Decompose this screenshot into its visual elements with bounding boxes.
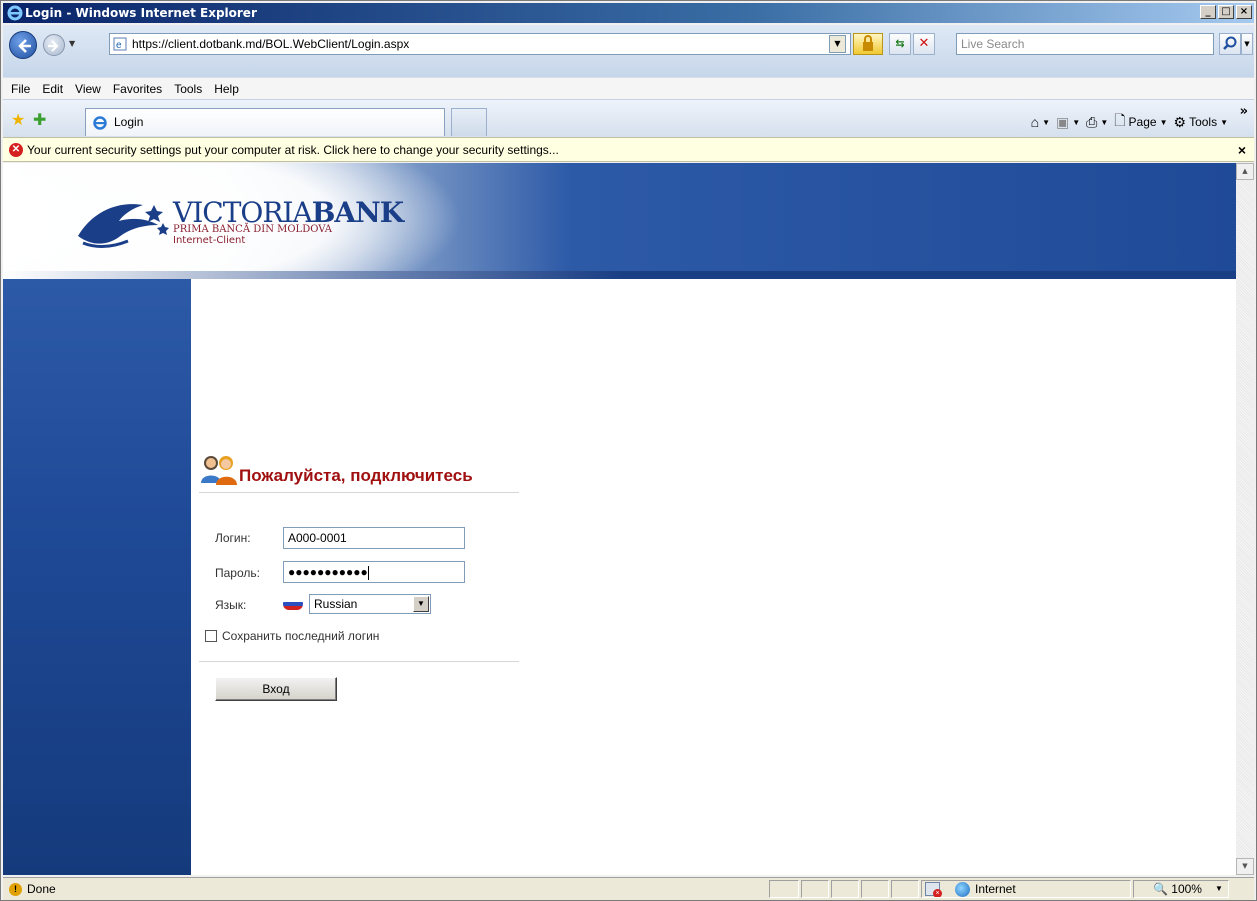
security-warning-icon: ✕ <box>9 143 23 157</box>
menu-tools[interactable]: Tools <box>170 82 210 96</box>
tab-bar: ★ ✚ Login ⌂ ▼ ▣ ▼ ⎙ ▼ 🗋 Page ▼ ⚙ Tools ▼ » <box>3 99 1254 137</box>
form-divider <box>199 661 519 662</box>
login-form: Пожалуйста, подключитесь Логин: A000-000… <box>199 453 519 701</box>
forward-button[interactable] <box>43 34 65 56</box>
back-arrow-icon <box>18 39 31 53</box>
stop-icon: ✕ <box>918 36 930 51</box>
page-viewport: VICTORIABANK PRIMA BANCĂ DIN MOLDOVA Int… <box>3 163 1236 875</box>
favorites-star-icon[interactable]: ★ <box>11 110 25 129</box>
gear-icon: ⚙ <box>1173 113 1187 130</box>
ie-tab-icon <box>93 116 107 130</box>
remember-login-label: Сохранить последний логин <box>222 629 380 643</box>
stop-button[interactable]: ✕ <box>913 33 935 55</box>
login-field[interactable]: A000-0001 <box>283 527 465 549</box>
zoom-level[interactable]: 🔍 100% <box>1153 882 1202 896</box>
language-select[interactable]: Russian ▼ <box>309 594 431 614</box>
menu-favorites[interactable]: Favorites <box>109 82 170 96</box>
zoom-dropdown-icon[interactable]: ▼ <box>1215 884 1223 893</box>
maximize-button[interactable]: □ <box>1218 5 1234 19</box>
language-value: Russian <box>314 597 358 611</box>
password-field[interactable]: ●●●●●●●●●●● <box>283 561 465 583</box>
close-window-button[interactable]: × <box>1236 5 1252 19</box>
page-icon: e <box>113 37 127 51</box>
security-zone-label[interactable]: Internet <box>975 882 1016 896</box>
rss-icon: ▣ <box>1056 113 1070 130</box>
status-warning-icon: ! <box>9 883 22 896</box>
printer-icon: ⎙ <box>1086 113 1098 130</box>
home-button[interactable]: ⌂ ▼ <box>1031 114 1050 130</box>
menu-view[interactable]: View <box>71 82 109 96</box>
page-menu-button[interactable]: 🗋 Page ▼ <box>1114 110 1167 134</box>
login-heading: Пожалуйста, подключитесь <box>239 466 473 485</box>
login-label: Логин: <box>215 531 251 545</box>
menu-edit[interactable]: Edit <box>38 82 71 96</box>
address-url: https://client.dotbank.md/BOL.WebClient/… <box>132 37 410 51</box>
tab-login[interactable]: Login <box>85 108 445 136</box>
left-sidebar <box>3 279 191 875</box>
window-controls: _ □ × <box>1200 5 1252 19</box>
more-commands-icon[interactable]: » <box>1240 104 1248 119</box>
ie-logo-icon <box>7 5 23 21</box>
search-button[interactable] <box>1219 33 1241 55</box>
title-bar: Login - Windows Internet Explorer _ □ × <box>3 3 1254 23</box>
ie-window: Login - Windows Internet Explorer _ □ × … <box>0 0 1257 901</box>
bank-logo-icon <box>78 204 169 249</box>
infobar-close-button[interactable]: × <box>1238 138 1246 162</box>
menu-help[interactable]: Help <box>210 82 247 96</box>
search-options-button[interactable]: ▼ <box>1241 33 1253 55</box>
history-dropdown-icon[interactable]: ▼ <box>69 39 75 48</box>
refresh-icon: ⇆ <box>895 37 905 50</box>
remember-login-row: Сохранить последний логин <box>205 629 379 643</box>
login-header: Пожалуйста, подключитесь <box>199 453 519 493</box>
new-tab-button[interactable] <box>451 108 487 136</box>
address-row: ▼ e https://client.dotbank.md/BOL.WebCli… <box>3 25 1254 77</box>
lock-icon <box>863 35 873 51</box>
chevron-down-icon[interactable]: ▼ <box>413 596 429 612</box>
logo-product: Internet-Client <box>173 235 246 246</box>
forward-arrow-icon <box>48 40 59 52</box>
search-placeholder: Live Search <box>961 37 1025 51</box>
add-favorite-icon[interactable]: ✚ <box>33 110 46 129</box>
back-button[interactable] <box>9 31 37 59</box>
refresh-button[interactable]: ⇆ <box>889 33 911 55</box>
menu-file[interactable]: File <box>7 82 38 96</box>
remember-login-checkbox[interactable] <box>205 630 217 642</box>
login-value: A000-0001 <box>288 531 347 545</box>
security-lock-button[interactable] <box>853 33 883 55</box>
internet-zone-icon <box>955 882 970 897</box>
login-button[interactable]: Вход <box>215 677 337 701</box>
address-input[interactable]: e https://client.dotbank.md/BOL.WebClien… <box>109 33 851 55</box>
page-menu-label: Page <box>1128 115 1157 129</box>
scroll-up-button[interactable]: ▲ <box>1236 163 1254 180</box>
svg-text:e: e <box>116 40 122 51</box>
search-icon <box>1223 36 1237 50</box>
tools-menu-button[interactable]: ⚙ Tools ▼ <box>1174 114 1229 131</box>
status-text: Done <box>27 882 56 896</box>
command-bar: ⌂ ▼ ▣ ▼ ⎙ ▼ 🗋 Page ▼ ⚙ Tools ▼ <box>1031 110 1228 134</box>
minimize-button[interactable]: _ <box>1200 5 1216 19</box>
bank-banner: VICTORIABANK PRIMA BANCĂ DIN MOLDOVA Int… <box>3 163 1236 323</box>
address-dropdown-button[interactable]: ▼ <box>829 35 846 53</box>
feeds-button[interactable]: ▣ ▼ <box>1056 114 1080 131</box>
language-label: Язык: <box>215 598 247 612</box>
users-icon <box>201 456 237 485</box>
search-input[interactable]: Live Search <box>956 33 1214 55</box>
print-button[interactable]: ⎙ ▼ <box>1086 114 1108 131</box>
page-icon: 🗋 <box>1114 112 1126 128</box>
home-icon: ⌂ <box>1030 114 1040 130</box>
password-value: ●●●●●●●●●●● <box>288 565 368 579</box>
security-info-bar[interactable]: ✕ Your current security settings put you… <box>3 137 1254 162</box>
scroll-down-button[interactable]: ▼ <box>1236 858 1254 875</box>
menu-bar: File Edit View Favorites Tools Help <box>3 77 1254 99</box>
bank-logo-text: VICTORIABANK PRIMA BANCĂ DIN MOLDOVA Int… <box>173 199 404 247</box>
password-label: Пароль: <box>215 566 260 580</box>
vertical-scrollbar[interactable]: ▲ ▼ <box>1236 163 1254 875</box>
tab-label: Login <box>114 115 144 129</box>
infobar-text: Your current security settings put your … <box>27 143 559 157</box>
tools-menu-label: Tools <box>1189 115 1218 129</box>
russian-flag-icon <box>283 598 303 610</box>
status-bar: ! Done × Internet 🔍 100% ▼ <box>3 877 1254 900</box>
window-title: Login - Windows Internet Explorer <box>25 6 257 20</box>
